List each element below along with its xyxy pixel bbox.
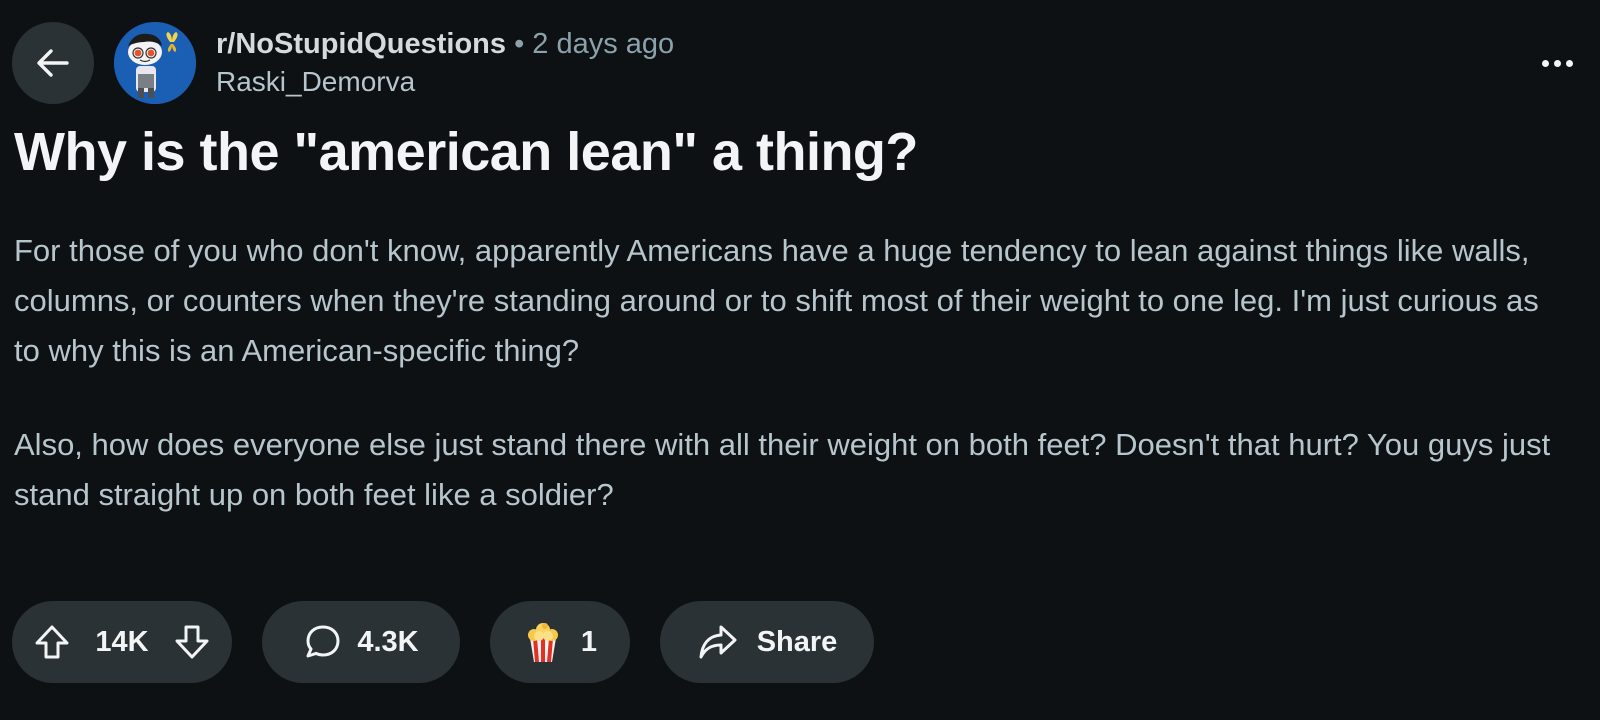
post-meta: r/NoStupidQuestions • 2 days ago Raski_D… [216,26,674,100]
downvote-button[interactable] [170,620,214,664]
post-body: For those of you who don't know, apparen… [14,226,1574,564]
post-paragraph: For those of you who don't know, apparen… [14,233,1539,368]
post-title: Why is the "american lean" a thing? [14,122,918,182]
share-icon [699,625,737,659]
more-dot [1553,59,1561,67]
popcorn-award-icon [527,623,558,663]
avatar[interactable] [114,22,196,104]
award-count: 1 [580,625,598,658]
share-button[interactable]: Share [660,601,874,683]
arrow-left-icon [37,49,69,77]
subreddit-link[interactable]: r/NoStupidQuestions [216,28,506,60]
meta-line: r/NoStupidQuestions • 2 days ago [216,26,674,62]
upvote-icon [35,625,69,659]
post-time: 2 days ago [532,28,675,60]
upvote-button[interactable] [30,620,74,664]
share-label: Share [756,625,838,658]
more-dot [1565,59,1573,67]
vote-count: 14K [95,625,149,658]
post-header: r/NoStupidQuestions • 2 days ago Raski_D… [0,0,1600,110]
comments-button[interactable]: 4.3K [262,601,460,683]
downvote-icon [175,625,209,659]
post-paragraph: Also, how does everyone else just stand … [14,427,1551,512]
meta-separator: • [514,28,525,60]
more-options-button[interactable] [1535,48,1579,78]
comment-icon [306,625,340,658]
more-horizontal-icon [1541,59,1549,67]
username-link[interactable]: Raski_Demorva [216,64,674,100]
vote-bar: 14K [12,601,232,683]
comment-count: 4.3K [357,625,419,658]
avatar-snoo-icon [114,22,196,104]
back-button[interactable] [12,22,94,104]
award-button[interactable]: 1 [490,601,630,683]
